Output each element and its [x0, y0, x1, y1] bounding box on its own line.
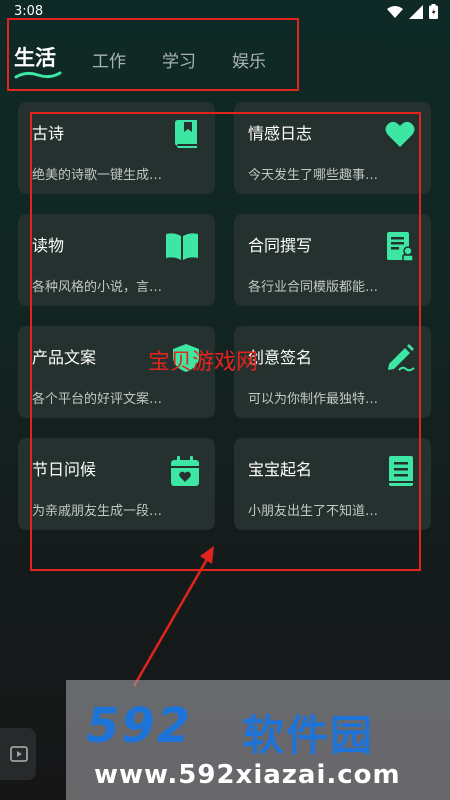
- signal-icon: [409, 4, 423, 19]
- logo-number: 592: [86, 698, 193, 754]
- annotation-box-tabs: [7, 18, 299, 91]
- watermark-text: 宝贝游戏网: [148, 350, 259, 375]
- logo-url: www.592xiazai.com: [94, 760, 401, 790]
- status-icons: [387, 4, 438, 19]
- battery-icon: [429, 4, 438, 19]
- watermark-banner: 592 软件园 www.592xiazai.com: [66, 680, 450, 800]
- logo-text: 软件园: [242, 711, 375, 760]
- annotation-arrow-icon: [132, 546, 214, 687]
- annotation-box-cards: [30, 112, 421, 571]
- video-play-icon: [10, 746, 28, 762]
- wifi-icon: [387, 5, 403, 18]
- side-float-button[interactable]: [0, 728, 36, 780]
- status-time: 3:08: [14, 4, 44, 19]
